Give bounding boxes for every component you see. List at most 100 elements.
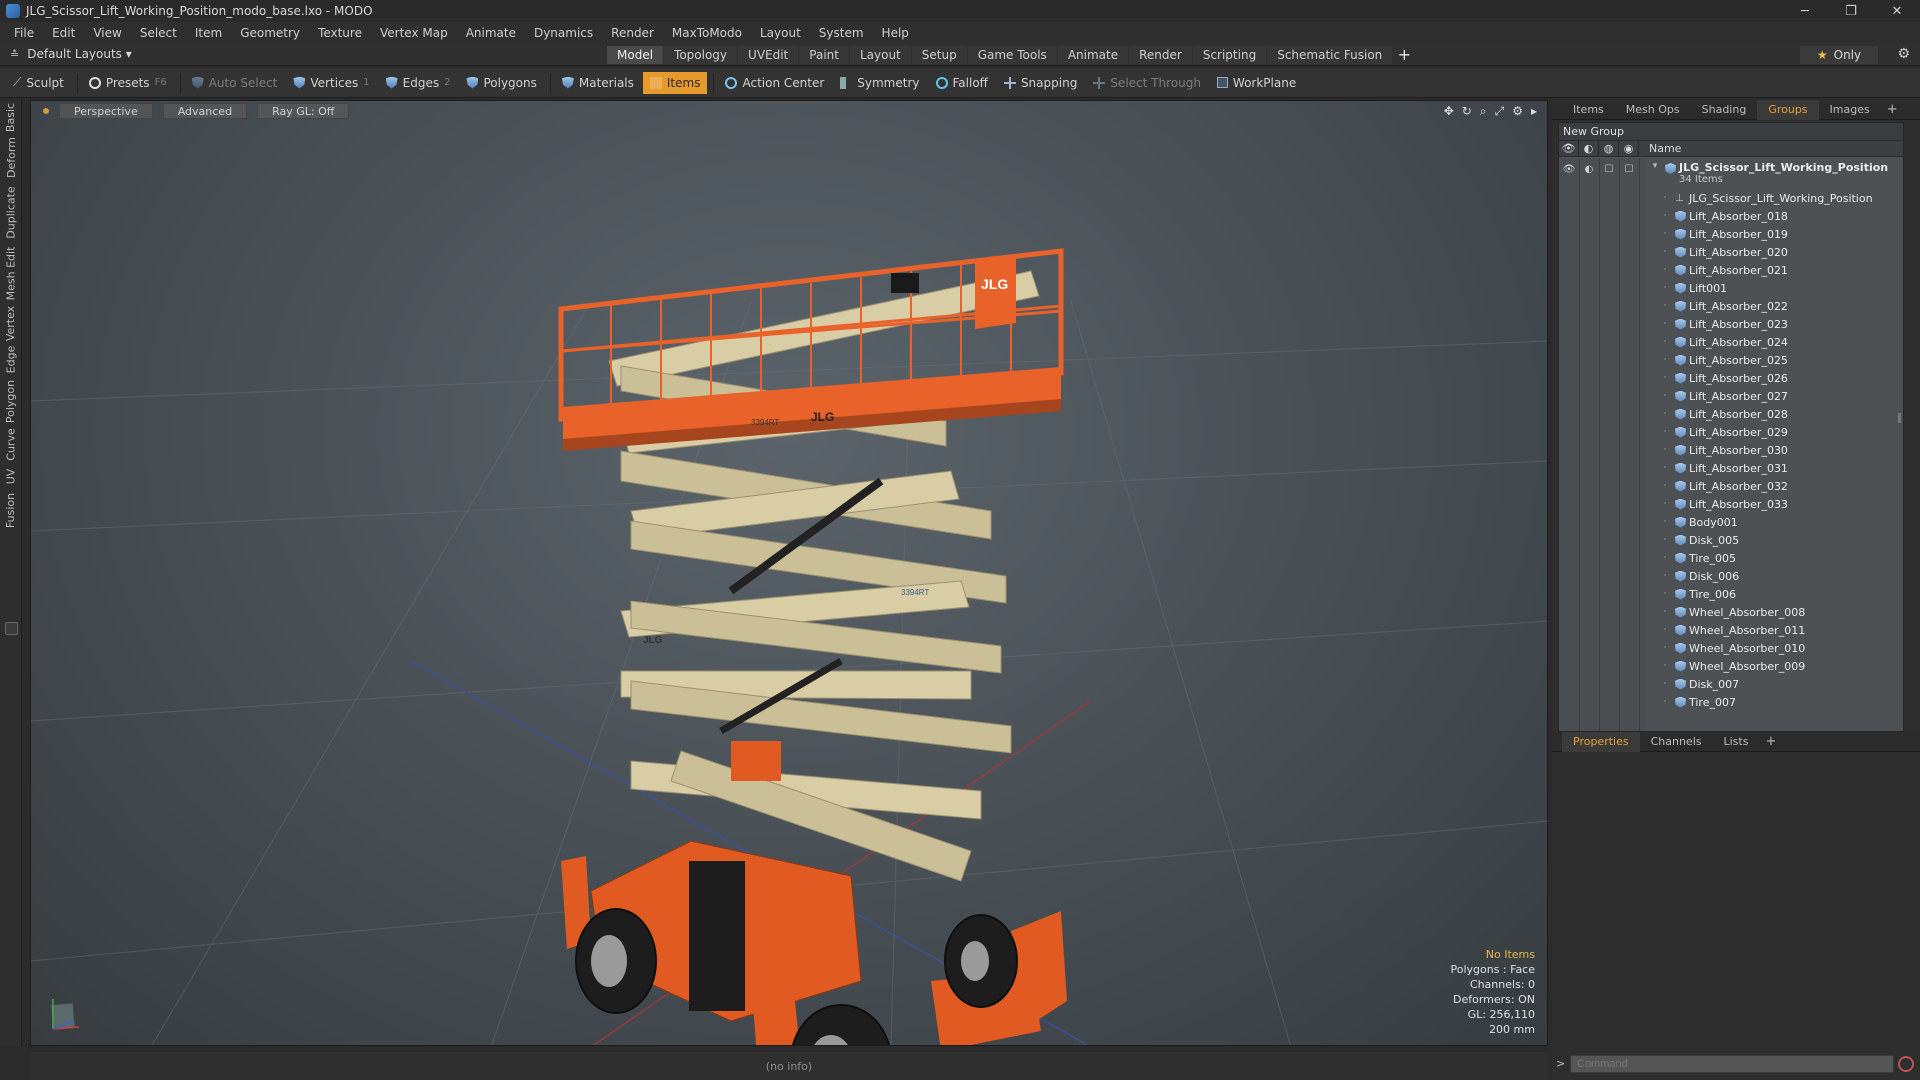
minimize-icon[interactable]: ─ [1782,0,1828,22]
list-item[interactable]: · Lift_Absorber_023 [1645,315,1903,333]
group-render-icon[interactable]: ◐ [1579,161,1599,177]
select-col-icon[interactable]: ◉ [1619,140,1639,157]
list-item[interactable]: · Wheel_Absorber_008 [1645,603,1903,621]
group-select-icon[interactable]: ☐ [1619,161,1639,177]
left-tab-mesh-edit[interactable]: Mesh Edit [0,242,22,304]
left-tab-uv[interactable]: UV [0,462,22,490]
zoom-icon[interactable]: ⌕ [1480,104,1487,119]
polygons-button[interactable]: Polygons [459,72,543,94]
command-history-icon[interactable] [1898,1056,1914,1072]
menu-geometry[interactable]: Geometry [232,26,310,40]
new-group-button[interactable]: New Group [1559,123,1903,141]
left-tab-basic[interactable]: Basic [0,102,22,132]
left-tab-polygon[interactable]: Polygon [0,376,22,426]
list-item[interactable]: · Wheel_Absorber_010 [1645,639,1903,657]
layout-tab-game-tools[interactable]: Game Tools [967,46,1057,64]
left-tab-deform[interactable]: Deform [0,132,22,182]
list-item[interactable]: · Tire_007 [1645,693,1903,711]
group-row[interactable]: ▾ JLG_Scissor_Lift_Working_Position 34 I… [1645,159,1903,189]
lock-col-icon[interactable]: ◍ [1599,140,1619,157]
list-item[interactable]: · Tire_006 [1645,585,1903,603]
group-lock-icon[interactable]: ☐ [1599,161,1619,177]
item-panel-tab-mesh-ops[interactable]: Mesh Ops [1615,100,1691,120]
list-item[interactable]: · Tire_005 [1645,549,1903,567]
fit-icon[interactable]: ⤢ [1495,104,1505,119]
menu-vertex-map[interactable]: Vertex Map [372,26,458,40]
layout-tab-layout[interactable]: Layout [849,46,911,64]
menu-layout[interactable]: Layout [752,26,811,40]
symmetry-button[interactable]: Symmetry [833,72,926,94]
menu-render[interactable]: Render [603,26,664,40]
list-item[interactable]: · Disk_005 [1645,531,1903,549]
edges-button[interactable]: Edges 2 [379,72,458,94]
properties-panel-tab-channels[interactable]: Channels [1640,732,1713,752]
viewport-settings-icon[interactable]: ⚙ [1512,104,1523,119]
close-icon[interactable]: ✕ [1874,0,1920,22]
items-button[interactable]: Items [642,71,708,94]
left-tab-vertex[interactable]: Vertex [0,304,22,342]
only-button[interactable]: ★ Only [1800,46,1878,64]
view-mode-button[interactable]: Perspective [59,103,153,119]
list-item[interactable]: · Lift_Absorber_018 [1645,207,1903,225]
list-item[interactable]: · Lift_Absorber_019 [1645,225,1903,243]
sculpt-button[interactable]: ⟋ Sculpt [6,72,71,94]
add-layout-tab-icon[interactable]: + [1393,46,1415,64]
layout-tab-scripting[interactable]: Scripting [1192,46,1267,64]
add-properties-panel-tab-icon[interactable]: + [1759,734,1782,749]
add-item-panel-tab-icon[interactable]: + [1881,102,1904,117]
vertices-button[interactable]: Vertices 1 [286,72,376,94]
menu-select[interactable]: Select [132,26,187,40]
list-item[interactable]: · Wheel_Absorber_009 [1645,657,1903,675]
properties-panel-tab-properties[interactable]: Properties [1562,731,1640,752]
auto-select-button[interactable]: Auto Select [185,72,285,94]
list-item[interactable]: · ⊥ JLG_Scissor_Lift_Working_Position [1645,189,1903,207]
viewport-expand-icon[interactable]: ▸ [1531,104,1537,119]
layout-tab-topology[interactable]: Topology [664,46,738,64]
select-through-button[interactable]: Select Through [1086,72,1208,94]
list-item[interactable]: · Wheel_Absorber_011 [1645,621,1903,639]
shading-button[interactable]: Advanced [162,103,248,119]
snapping-button[interactable]: Snapping [997,72,1084,94]
list-item[interactable]: · Disk_007 [1645,675,1903,693]
item-panel-tab-images[interactable]: Images [1819,100,1881,120]
rotate-icon[interactable]: ↻ [1462,104,1472,119]
menu-item[interactable]: Item [187,26,232,40]
item-panel-tab-items[interactable]: Items [1562,100,1615,120]
properties-panel-tab-lists[interactable]: Lists [1713,732,1760,752]
list-item[interactable]: · Lift_Absorber_029 [1645,423,1903,441]
list-item[interactable]: · Body001 [1645,513,1903,531]
menu-file[interactable]: File [6,26,44,40]
layout-tab-uvedit[interactable]: UVEdit [738,46,799,64]
left-tab-edge[interactable]: Edge [0,342,22,376]
left-tab-curve[interactable]: Curve [0,426,22,462]
layout-tab-model[interactable]: Model [607,46,664,64]
pan-icon[interactable]: ✥ [1444,104,1454,119]
falloff-button[interactable]: Falloff [929,72,995,94]
left-tab-fusion[interactable]: Fusion [0,490,22,530]
collapse-icon[interactable]: ▾ [1645,161,1665,171]
layout-tab-schematic-fusion[interactable]: Schematic Fusion [1267,46,1393,64]
list-item[interactable]: · Lift_Absorber_024 [1645,333,1903,351]
layout-tab-paint[interactable]: Paint [799,46,849,64]
menu-animate[interactable]: Animate [458,26,526,40]
restore-icon[interactable]: ❐ [1828,0,1874,22]
menu-dynamics[interactable]: Dynamics [526,26,603,40]
layout-tab-animate[interactable]: Animate [1057,46,1129,64]
render-col-icon[interactable]: ◐ [1579,140,1599,157]
item-panel-tab-shading[interactable]: Shading [1691,100,1758,120]
menu-system[interactable]: System [811,26,874,40]
menu-help[interactable]: Help [874,26,919,40]
menu-maxtomodo[interactable]: MaxToModo [664,26,752,40]
gear-icon[interactable]: ⚙ [1897,46,1910,62]
menu-texture[interactable]: Texture [310,26,372,40]
menu-view[interactable]: View [85,26,131,40]
layout-tab-setup[interactable]: Setup [911,46,967,64]
list-item[interactable]: · Lift_Absorber_022 [1645,297,1903,315]
list-item[interactable]: · Lift_Absorber_021 [1645,261,1903,279]
left-tab-duplicate[interactable]: Duplicate [0,182,22,242]
action-center-button[interactable]: Action Center [718,72,831,94]
list-item[interactable]: · Lift_Absorber_031 [1645,459,1903,477]
list-item[interactable]: · Lift001 [1645,279,1903,297]
workplane-button[interactable]: WorkPlane [1210,72,1303,94]
list-item[interactable]: · Lift_Absorber_020 [1645,243,1903,261]
